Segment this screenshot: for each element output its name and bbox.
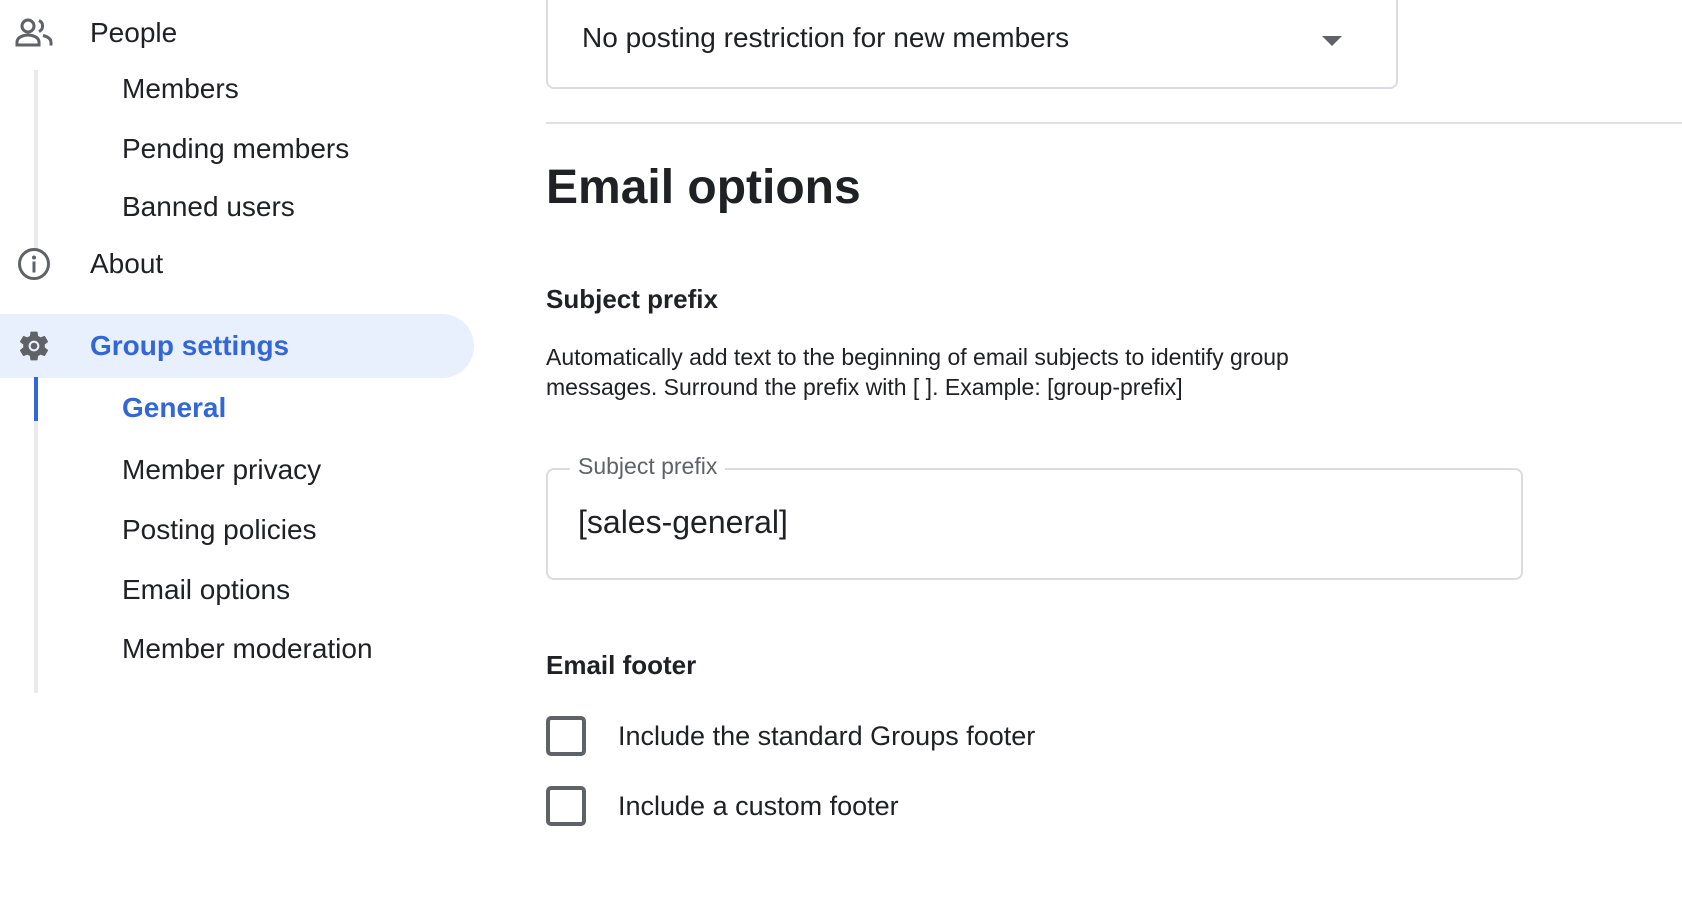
dropdown-selected-value: No posting restriction for new members [582, 22, 1070, 53]
sidebar-item-label: Email options [122, 574, 291, 605]
sidebar-item-label: About [90, 248, 164, 279]
sidebar-item-member-moderation[interactable]: Member moderation [38, 618, 474, 680]
group-settings-subnav: General Member privacy Posting policies … [34, 377, 474, 693]
subject-prefix-input[interactable]: Subject prefix [sales-general] [546, 453, 1523, 580]
standard-footer-checkbox[interactable] [546, 716, 586, 756]
sidebar-item-banned-users[interactable]: Banned users [38, 176, 474, 238]
sidebar-item-label: Member moderation [122, 633, 373, 664]
email-footer-heading: Email footer [546, 650, 697, 680]
info-icon [14, 244, 54, 284]
sidebar-item-label: General [122, 392, 227, 423]
main-content: No posting restriction for new members E… [546, 0, 1682, 902]
sidebar-item-about[interactable]: About [0, 233, 474, 295]
sidebar-item-label: Posting policies [122, 514, 317, 545]
checkbox-label: Include a custom footer [618, 790, 899, 821]
custom-footer-checkbox[interactable] [546, 786, 586, 826]
people-subnav: Members Pending members Banned users [34, 70, 474, 250]
sidebar-item-email-options[interactable]: Email options [38, 559, 474, 621]
sidebar-item-general[interactable]: General [34, 377, 474, 439]
sidebar-item-group-settings[interactable]: Group settings [0, 314, 474, 378]
subject-prefix-value: [sales-general] [578, 504, 788, 540]
sidebar-item-pending-members[interactable]: Pending members [38, 118, 474, 180]
dropdown-arrow-icon [1322, 36, 1342, 46]
sidebar-item-label: People [90, 17, 178, 48]
standard-footer-option[interactable]: Include the standard Groups footer [546, 714, 1035, 758]
sidebar-item-posting-policies[interactable]: Posting policies [38, 499, 474, 561]
description-line: messages. Surround the prefix with [ ]. … [546, 374, 1183, 400]
sidebar-item-label: Group settings [90, 330, 290, 361]
sidebar: People Members Pending members Banned us… [0, 0, 474, 902]
sidebar-item-member-privacy[interactable]: Member privacy [38, 439, 474, 501]
sidebar-item-label: Pending members [122, 133, 350, 164]
sidebar-item-label: Banned users [122, 191, 295, 222]
sidebar-item-people[interactable]: People [0, 2, 474, 64]
sidebar-item-label: Member privacy [122, 454, 322, 485]
checkbox-label: Include the standard Groups footer [618, 720, 1036, 751]
subject-prefix-field-label: Subject prefix [570, 453, 726, 480]
custom-footer-option[interactable]: Include a custom footer [546, 784, 899, 828]
description-line: Automatically add text to the beginning … [546, 344, 1289, 370]
people-icon [14, 13, 54, 53]
section-divider [546, 122, 1682, 124]
subject-prefix-description: Automatically add text to the beginning … [546, 342, 1346, 402]
new-member-restriction-dropdown[interactable]: No posting restriction for new members [546, 0, 1398, 89]
sidebar-item-members[interactable]: Members [38, 58, 474, 120]
subject-prefix-heading: Subject prefix [546, 284, 718, 314]
section-title: Email options [546, 161, 861, 214]
sidebar-item-label: Members [122, 73, 239, 104]
gear-icon [14, 326, 54, 366]
